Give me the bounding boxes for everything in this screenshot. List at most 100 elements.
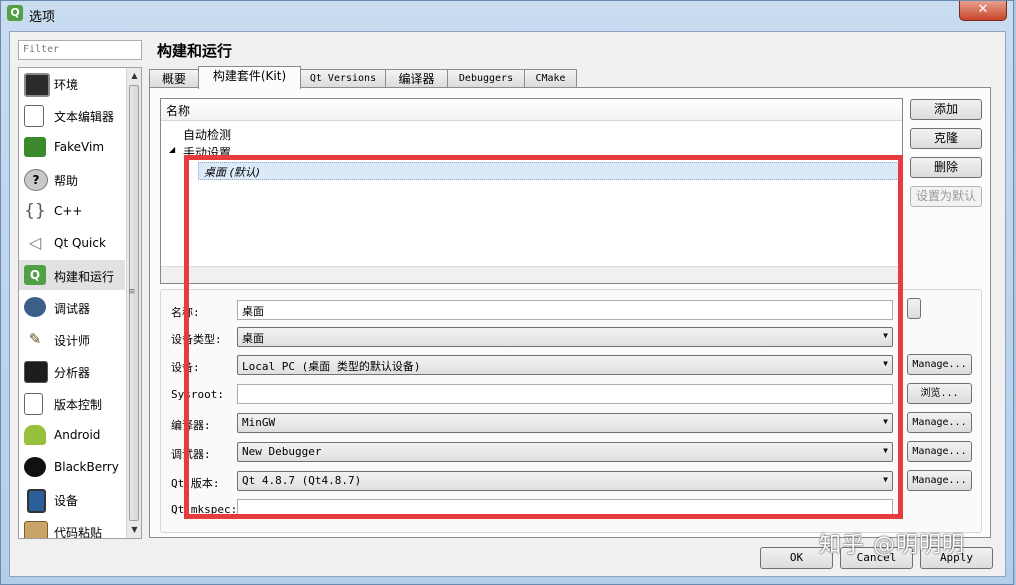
nav-item-label: 版本控制 <box>54 398 103 412</box>
tab-compilers[interactable]: 编译器 <box>385 69 448 88</box>
nav-item-label: C++ <box>54 204 83 218</box>
kits-tree[interactable]: 名称 自动检测 ◢ 手动设置 桌面 (默认) <box>160 98 903 284</box>
scroll-down-arrow-icon[interactable]: ▼ <box>128 523 141 537</box>
tree-header-name[interactable]: 名称 <box>161 99 902 121</box>
compiler-value: MinGW <box>242 416 276 429</box>
analyzer-icon <box>24 361 48 383</box>
tree-node-manual[interactable]: ◢ 手动设置 <box>161 143 902 161</box>
device-select[interactable]: Local PC (桌面 类型的默认设备) ▼ <box>237 355 893 375</box>
tree-node-auto-detected[interactable]: 自动检测 <box>161 125 902 143</box>
compiler-select[interactable]: MinGW ▼ <box>237 413 893 433</box>
options-window: Q 选项 ✕ Filter 环境 文本编辑器 FakeVim ? 帮助 {} C… <box>0 0 1014 585</box>
mkspec-label: Qt mkspec: <box>171 503 238 516</box>
tab-overview[interactable]: 概要 <box>149 69 199 88</box>
kit-name-input[interactable]: 桌面 <box>237 300 893 320</box>
nav-item-help[interactable]: ? 帮助 <box>19 164 125 194</box>
nav-item-label: 分析器 <box>54 366 91 380</box>
watermark: 知乎 @明明明 <box>819 533 965 558</box>
nav-item-label: FakeVim <box>54 140 105 154</box>
device-value: Local PC (桌面 类型的默认设备) <box>242 360 421 373</box>
splitter-grip-icon[interactable]: ≡ <box>128 287 138 297</box>
scroll-up-arrow-icon[interactable]: ▲ <box>128 69 141 83</box>
sysroot-browse-button[interactable]: 浏览... <box>907 383 972 404</box>
nav-item-designer[interactable]: ✎ 设计师 <box>19 324 125 354</box>
clipboard-icon <box>24 521 48 538</box>
nav-item-label: 设计师 <box>54 334 91 348</box>
nav-item-build-run[interactable]: Q 构建和运行 <box>19 260 125 290</box>
dropdown-arrow-icon: ▼ <box>883 475 888 484</box>
debugger-value: New Debugger <box>242 445 322 458</box>
nav-item-version-control[interactable]: 版本控制 <box>19 388 125 418</box>
nav-item-label: 设备 <box>54 494 79 508</box>
category-list-scrollbar[interactable]: ▲ ▼ <box>126 68 141 538</box>
title-bar[interactable]: Q 选项 ✕ <box>1 1 1013 27</box>
compiler-manage-button[interactable]: Manage... <box>907 412 972 433</box>
device-type-select[interactable]: 桌面 ▼ <box>237 327 893 347</box>
nav-item-text-editor[interactable]: 文本编辑器 <box>19 100 125 130</box>
nav-item-label: 构建和运行 <box>54 270 115 284</box>
tab-cmake[interactable]: CMake <box>524 69 577 88</box>
clone-button[interactable]: 克隆 <box>910 128 982 149</box>
tree-node-label: 自动检测 <box>183 128 232 142</box>
expand-arrow-icon[interactable]: ◢ <box>169 145 175 154</box>
tab-kits[interactable]: 构建套件(Kit) <box>198 66 301 89</box>
remove-button[interactable]: 删除 <box>910 157 982 178</box>
debugger-label: 调试器: <box>171 448 211 461</box>
dialog-client-area: Filter 环境 文本编辑器 FakeVim ? 帮助 {} C++ ◁ Qt… <box>9 31 1006 577</box>
nav-item-environment[interactable]: 环境 <box>19 68 125 98</box>
tree-node-label: 桌面 (默认) <box>204 166 261 179</box>
sysroot-label: Sysroot: <box>171 388 224 401</box>
scrollbar-thumb[interactable] <box>129 85 139 521</box>
qt-version-manage-button[interactable]: Manage... <box>907 470 972 491</box>
dropdown-arrow-icon: ▼ <box>883 446 888 455</box>
debugger-select[interactable]: New Debugger ▼ <box>237 442 893 462</box>
kit-details-group: 名称: 桌面 设备类型: 桌面 ▼ 设备: Local PC (桌面 类型的默认… <box>160 289 982 533</box>
add-button[interactable]: 添加 <box>910 99 982 120</box>
name-label: 名称: <box>171 306 200 319</box>
nav-item-debugger[interactable]: 调试器 <box>19 292 125 322</box>
qt-creator-app-icon: Q <box>7 5 23 21</box>
nav-item-blackberry[interactable]: BlackBerry <box>19 452 125 482</box>
nav-item-analyzer[interactable]: 分析器 <box>19 356 125 386</box>
nav-item-label: 环境 <box>54 78 79 92</box>
debugger-manage-button[interactable]: Manage... <box>907 441 972 462</box>
device-manage-button[interactable]: Manage... <box>907 354 972 375</box>
build-run-icon: Q <box>24 265 46 285</box>
qt-version-label: Qt 版本: <box>171 477 220 490</box>
kit-icon-button[interactable] <box>907 298 921 319</box>
filter-input[interactable]: Filter <box>18 40 142 60</box>
page-title: 构建和运行 <box>157 42 233 60</box>
dropdown-arrow-icon: ▼ <box>883 417 888 426</box>
nav-item-label: 文本编辑器 <box>54 110 115 124</box>
mkspec-input[interactable] <box>237 499 893 519</box>
tab-debuggers[interactable]: Debuggers <box>447 69 525 88</box>
fakevim-icon <box>24 137 46 157</box>
device-type-label: 设备类型: <box>171 333 222 346</box>
tree-horizontal-scrollbar[interactable] <box>161 266 902 283</box>
make-default-button[interactable]: 设置为默认 <box>910 186 982 207</box>
document-icon <box>24 105 44 127</box>
nav-item-label: 调试器 <box>54 302 91 316</box>
tab-qt-versions[interactable]: Qt Versions <box>300 69 386 88</box>
nav-item-devices[interactable]: 设备 <box>19 484 125 514</box>
help-icon: ? <box>24 169 48 191</box>
kits-panel: 名称 自动检测 ◢ 手动设置 桌面 (默认) 添加 克隆 删除 设置为默认 名称… <box>149 87 991 538</box>
dropdown-arrow-icon: ▼ <box>883 331 888 340</box>
device-label: 设备: <box>171 361 200 374</box>
compiler-label: 编译器: <box>171 419 211 432</box>
monitor-icon <box>24 73 50 97</box>
device-icon <box>27 489 46 513</box>
nav-item-fakevim[interactable]: FakeVim <box>19 132 125 162</box>
nav-item-label: Android <box>54 428 101 442</box>
nav-item-code-pasting[interactable]: 代码粘贴 <box>19 516 125 538</box>
sysroot-input[interactable] <box>237 384 893 404</box>
tree-node-desktop-kit[interactable]: 桌面 (默认) <box>198 162 901 180</box>
qt-version-select[interactable]: Qt 4.8.7 (Qt4.8.7) ▼ <box>237 471 893 491</box>
designer-icon: ✎ <box>28 330 42 348</box>
nav-item-label: BlackBerry <box>54 460 119 474</box>
nav-item-label: Qt Quick <box>54 236 106 250</box>
nav-item-cpp[interactable]: {} C++ <box>19 196 125 226</box>
nav-item-qt-quick[interactable]: ◁ Qt Quick <box>19 228 125 258</box>
close-button[interactable]: ✕ <box>959 1 1007 21</box>
nav-item-android[interactable]: Android <box>19 420 125 450</box>
